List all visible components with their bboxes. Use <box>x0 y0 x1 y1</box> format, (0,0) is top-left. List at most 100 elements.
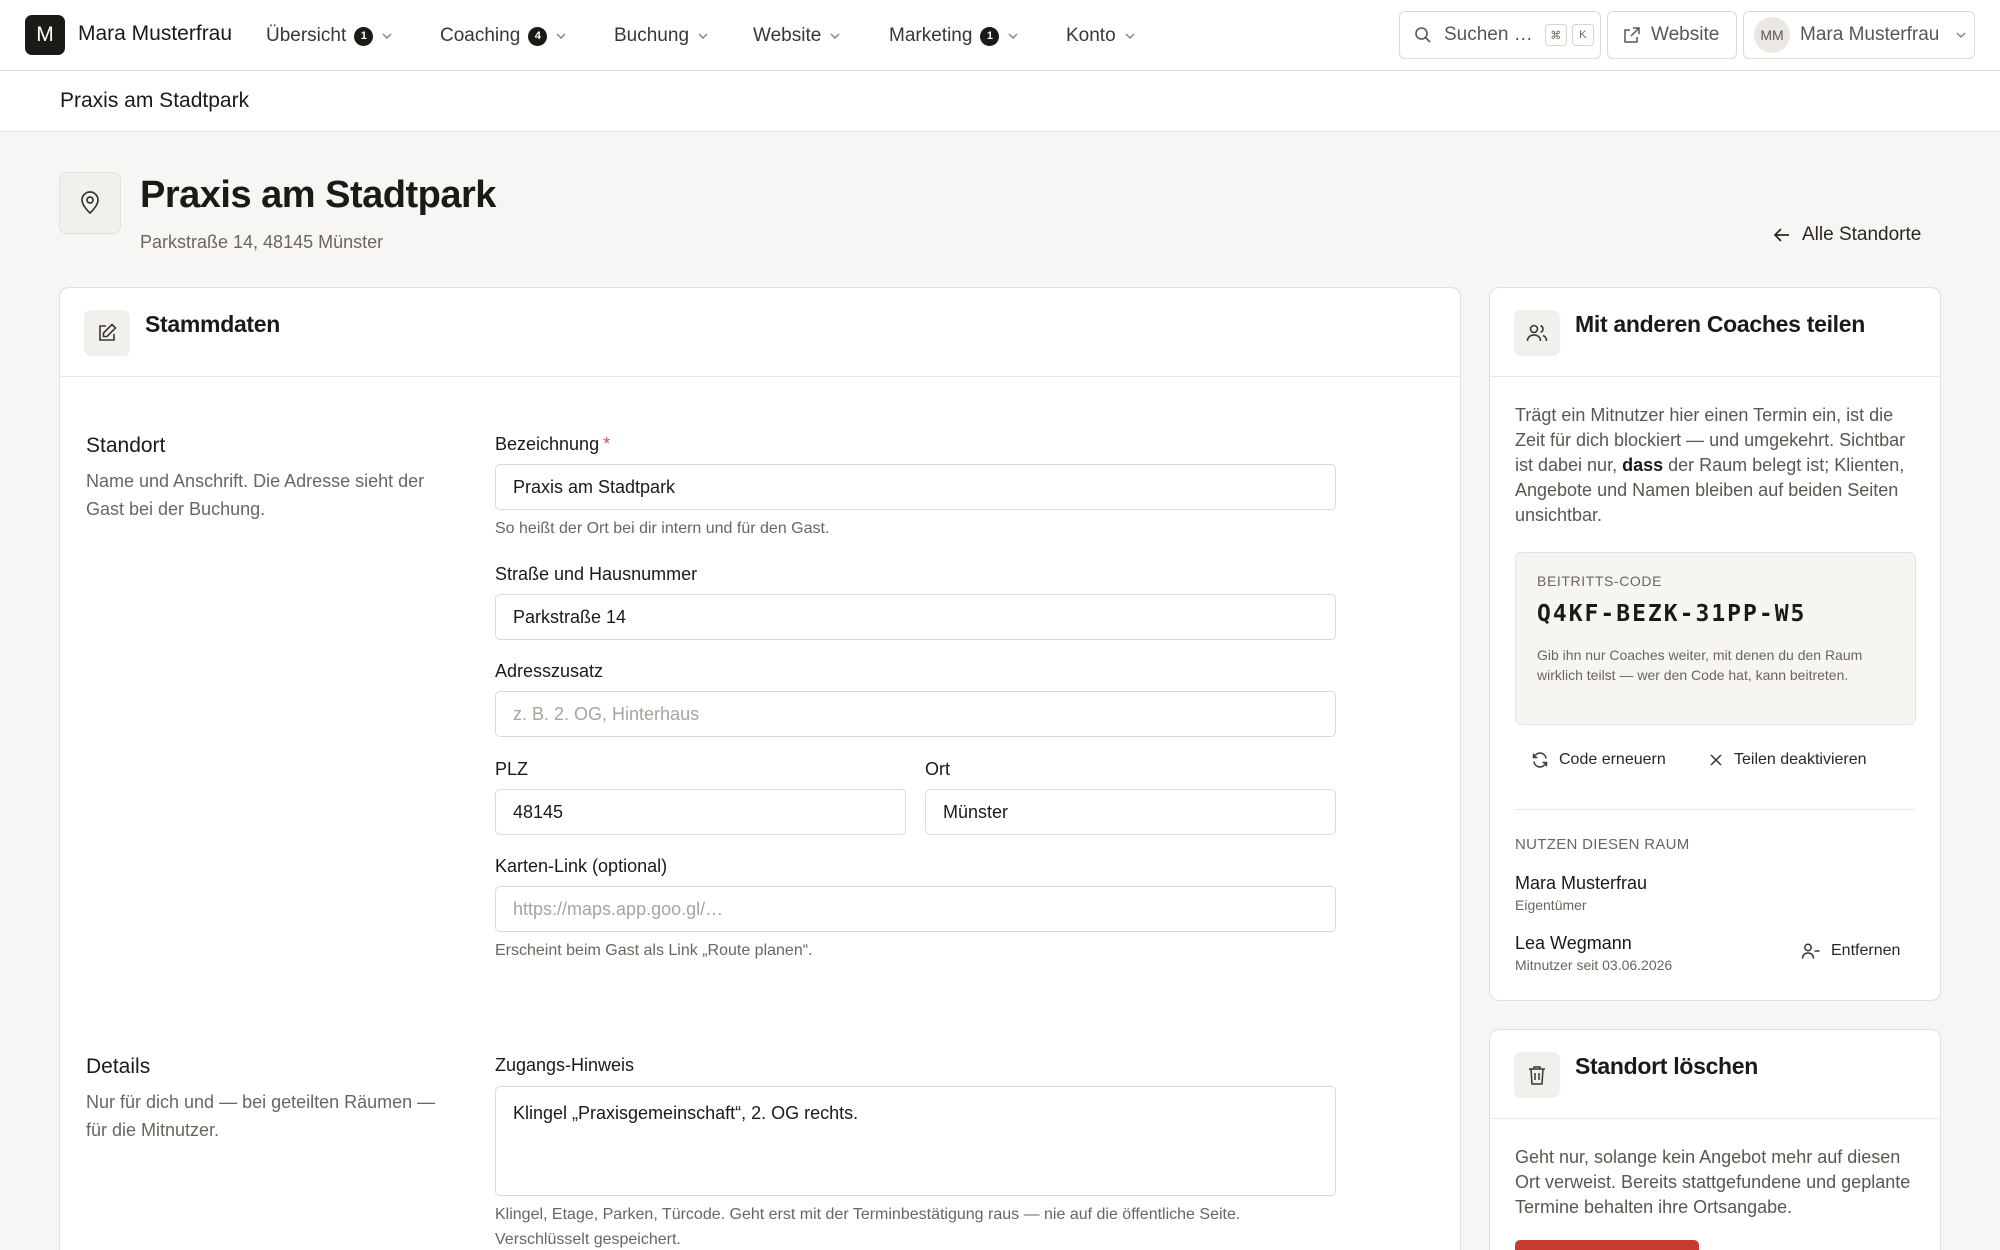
trash-icon-box <box>1514 1052 1560 1098</box>
card-title: Mit anderen Coaches teilen <box>1575 311 1865 337</box>
top-navigation: M Mara Musterfrau Übersicht 1 Coaching 4… <box>0 0 2000 71</box>
edit-icon <box>99 323 117 341</box>
page-title: Praxis am Stadtpark <box>140 174 496 216</box>
nav-item-label: Konto <box>1066 25 1116 46</box>
card-title: Stammdaten <box>145 311 281 337</box>
user-name: Mara Musterfrau <box>1515 873 1648 893</box>
strasse-input[interactable]: Parkstraße 14 <box>495 594 1336 640</box>
bezeichnung-hint: So heißt der Ort bei dir intern und für … <box>495 520 830 537</box>
join-code-label: BEITRITTS-CODE <box>1537 573 1663 589</box>
delete-location-card: Standort löschen Geht nur, solange kein … <box>1489 1029 1941 1250</box>
nav-item-uebersicht[interactable]: Übersicht 1 <box>266 23 393 49</box>
renew-code-button[interactable]: Code erneuern <box>1531 751 1666 769</box>
join-code-box: BEITRITTS-CODE Q4KF-BEZK-31PP-W5 Gib ihn… <box>1515 552 1916 725</box>
users-icon <box>1526 324 1548 342</box>
nav-badge: 1 <box>354 26 374 46</box>
nav-item-website[interactable]: Website <box>753 23 841 49</box>
avatar: MM <box>1754 17 1790 53</box>
back-to-locations-link[interactable]: Alle Standorte <box>1772 224 1921 246</box>
section-title-standort: Standort <box>86 434 166 457</box>
nav-item-label: Marketing <box>889 25 973 46</box>
disable-sharing-label: Teilen deaktivieren <box>1734 751 1867 768</box>
website-button-label: Website <box>1651 24 1720 45</box>
ort-label: Ort <box>925 759 950 779</box>
nav-badge: 4 <box>528 26 548 46</box>
search-icon <box>1415 27 1431 43</box>
user-name: Mara Musterfrau <box>1800 24 1940 45</box>
chevron-down-icon <box>830 33 840 40</box>
share-card: Mit anderen Coaches teilen Trägt ein Mit… <box>1489 287 1941 1001</box>
shortcut-key: K <box>1571 24 1594 46</box>
delete-location-button[interactable] <box>1515 1240 1699 1250</box>
card-header: Stammdaten <box>60 288 1460 377</box>
card-title: Standort löschen <box>1575 1053 1759 1079</box>
user-role: Eigentümer <box>1515 897 1587 913</box>
share-description: Trägt ein Mitnutzer hier einen Termin ei… <box>1515 405 1906 525</box>
delete-description: Geht nur, solange kein Angebot mehr auf … <box>1515 1147 1911 1217</box>
join-code-value[interactable]: Q4KF-BEZK-31PP-W5 <box>1537 601 1806 627</box>
chevron-down-icon <box>556 33 566 40</box>
page-subtitle: Parkstraße 14, 48145 Münster <box>140 232 384 252</box>
nav-item-label: Website <box>753 25 822 46</box>
join-code-hint: Gib ihn nur Coaches weiter, mit denen du… <box>1537 647 1863 683</box>
nav-item-label: Buchung <box>614 25 690 46</box>
back-link-label: Alle Standorte <box>1802 224 1922 245</box>
adresszusatz-label: Adresszusatz <box>495 661 604 681</box>
divider <box>1515 809 1916 810</box>
zugangs-hinweis-label: Zugangs-Hinweis <box>495 1055 635 1075</box>
bezeichnung-input[interactable]: Praxis am Stadtpark <box>495 464 1336 510</box>
required-marker: * <box>603 434 611 454</box>
plz-input[interactable]: 48145 <box>495 789 906 835</box>
nav-item-konto[interactable]: Konto <box>1066 23 1136 49</box>
users-heading: NUTZEN DIESEN RAUM <box>1515 836 1690 853</box>
chevron-down-icon <box>1008 33 1018 40</box>
strasse-label: Straße und Hausnummer <box>495 564 698 584</box>
trash-icon <box>1529 1066 1545 1085</box>
nav-item-buchung[interactable]: Buchung <box>614 23 709 49</box>
nav-item-label: Übersicht <box>266 25 347 46</box>
brand-logo[interactable]: M <box>25 15 65 55</box>
nav-badge: 1 <box>980 26 1000 46</box>
website-button[interactable]: Website <box>1607 11 1737 59</box>
nav-item-label: Coaching <box>440 25 521 46</box>
search-label: Suchen … <box>1444 24 1533 45</box>
brand-initial: M <box>36 23 54 46</box>
nav-item-coaching[interactable]: Coaching 4 <box>440 23 567 49</box>
section-description-standort: Name und Anschrift. Die Adresse sieht de… <box>86 471 425 519</box>
users-icon-box <box>1514 310 1560 356</box>
zugangs-hinweis-textarea[interactable]: Klingel „Praxisgemeinschaft“, 2. OG rech… <box>495 1086 1336 1196</box>
chevron-down-icon <box>698 33 708 40</box>
adresszusatz-input[interactable]: z. B. 2. OG, Hinterhaus <box>495 691 1336 737</box>
location-icon-box <box>59 172 121 234</box>
karten-link-hint: Erscheint beim Gast als Link „Route plan… <box>495 942 813 959</box>
breadcrumb: Praxis am Stadtpark <box>60 89 250 112</box>
renew-code-label: Code erneuern <box>1559 751 1666 768</box>
bezeichnung-label: Bezeichnung * <box>495 434 611 454</box>
external-link-icon <box>1624 27 1640 43</box>
user-menu-button[interactable]: MM Mara Musterfrau <box>1743 11 1975 59</box>
user-role: Mitnutzer seit 03.06.2026 <box>1515 957 1673 973</box>
search-button[interactable]: Suchen … ⌘ K <box>1399 11 1601 59</box>
plz-label: PLZ <box>495 759 529 779</box>
karten-link-input[interactable]: https://maps.app.goo.gl/… <box>495 886 1336 932</box>
section-description-details: Nur für dich und — bei geteilten Räumen … <box>86 1092 436 1140</box>
ort-input[interactable]: Münster <box>925 789 1336 835</box>
edit-icon-box <box>84 310 130 356</box>
chevron-down-icon <box>1956 32 1966 39</box>
nav-item-marketing[interactable]: Marketing 1 <box>889 23 1019 49</box>
card-header: Mit anderen Coaches teilen <box>1490 288 1940 377</box>
card-header: Standort löschen <box>1490 1030 1940 1119</box>
zugangs-hinweis-hint: Klingel, Etage, Parken, Türcode. Geht er… <box>495 1206 1241 1248</box>
disable-sharing-button[interactable]: Teilen deaktivieren <box>1708 751 1867 769</box>
brand-name[interactable]: Mara Musterfrau <box>78 22 232 46</box>
user-minus-icon <box>1801 943 1820 959</box>
chevron-down-icon <box>382 33 392 40</box>
user-name: Lea Wegmann <box>1515 933 1632 953</box>
close-icon <box>1710 754 1722 766</box>
map-pin-icon <box>81 191 99 215</box>
remove-user-label: Entfernen <box>1831 942 1901 959</box>
breadcrumb-bar: Praxis am Stadtpark <box>0 71 2000 132</box>
karten-link-label: Karten-Link (optional) <box>495 856 668 876</box>
shortcut-key: ⌘ <box>1544 24 1567 46</box>
remove-user-button[interactable]: Entfernen <box>1801 942 1900 960</box>
